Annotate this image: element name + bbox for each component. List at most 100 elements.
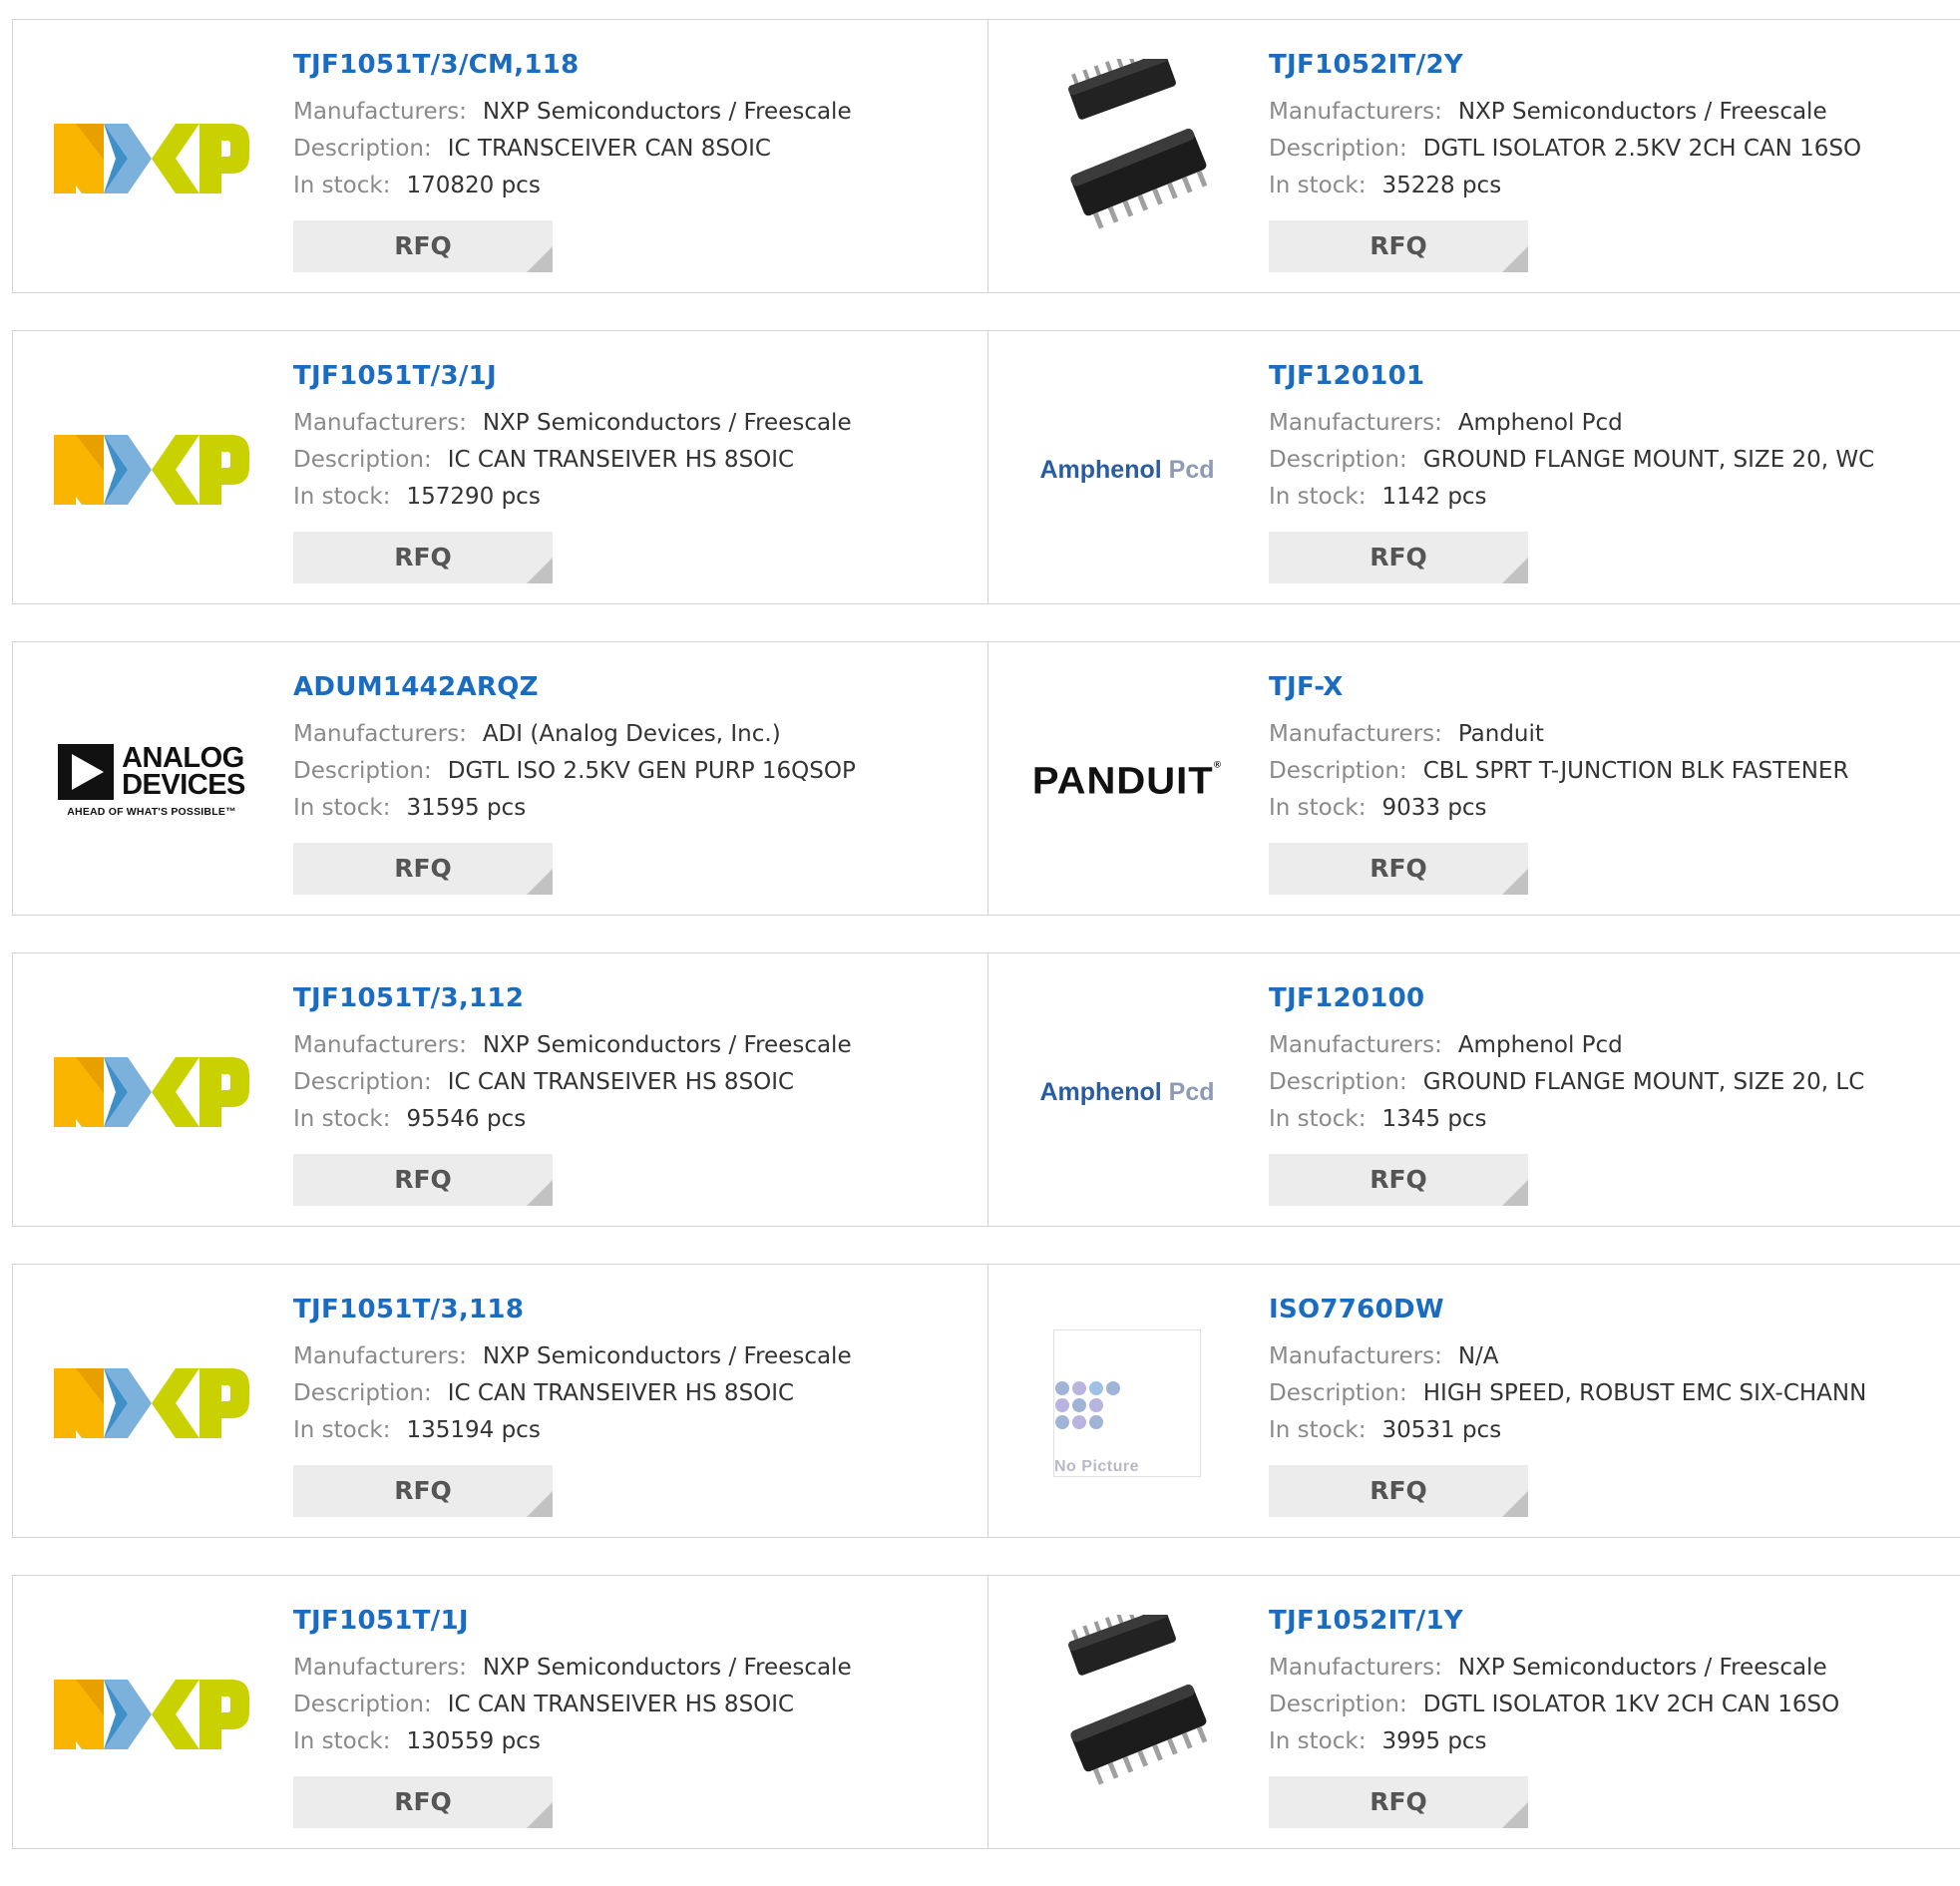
manufacturer-line: Manufacturers: NXP Semiconductors / Frees… (293, 1650, 852, 1687)
rfq-button[interactable]: RFQ (293, 1465, 553, 1517)
part-number-link[interactable]: ISO7760DW (1269, 1293, 1866, 1326)
amphenol-logo-icon: Amphenol Pcd (1039, 1077, 1215, 1106)
manufacturer-label: Manufacturers: (293, 410, 467, 436)
rfq-button[interactable]: RFQ (293, 843, 553, 895)
manufacturer-value: ADI (Analog Devices, Inc.) (482, 721, 781, 747)
product-image[interactable] (52, 370, 251, 569)
rfq-button[interactable]: RFQ (1269, 220, 1528, 272)
stock-value: 95546 pcs (406, 1106, 527, 1132)
description-value: GROUND FLANGE MOUNT, SIZE 20, LC (1422, 1069, 1865, 1095)
stock-line: In stock: 1142 pcs (1269, 479, 1874, 516)
analog-devices-logo-icon: ANALOG DEVICES AHEAD OF WHAT'S POSSIBLE™ (58, 744, 245, 818)
part-number-link[interactable]: TJF1051T/3,112 (293, 981, 852, 1015)
panduit-logo-icon: PANDUIT® (1031, 759, 1223, 802)
description-value: IC CAN TRANSEIVER HS 8SOIC (447, 1380, 795, 1406)
product-info: TJF120100 Manufacturers: Amphenol Pcd Descr… (1269, 981, 1864, 1206)
product-row: TJF1051T/3/1J Manufacturers: NXP Semicondu… (12, 330, 1960, 604)
product-image[interactable] (1027, 1615, 1227, 1814)
product-info: TJF1051T/3/CM,118 Manufacturers: NXP Semic… (293, 48, 852, 272)
product-info: TJF1052IT/1Y Manufacturers: NXP Semiconduc… (1269, 1604, 1839, 1828)
nxp-logo-icon (54, 124, 249, 193)
product-row: TJF1051T/3,118 Manufacturers: NXP Semicond… (12, 1264, 1960, 1538)
product-image[interactable] (52, 992, 251, 1192)
manufacturer-label: Manufacturers: (293, 1655, 467, 1681)
product-card: TJF1051T/3/1J Manufacturers: NXP Semicondu… (13, 331, 988, 603)
rfq-button[interactable]: RFQ (293, 220, 553, 272)
stock-label: In stock: (1269, 1417, 1367, 1443)
description-label: Description: (293, 1692, 432, 1717)
product-row: TJF1051T/3,112 Manufacturers: NXP Semicond… (12, 952, 1960, 1227)
rfq-button[interactable]: RFQ (1269, 1465, 1528, 1517)
product-info: TJF1051T/3/1J Manufacturers: NXP Semicondu… (293, 359, 852, 583)
part-number-link[interactable]: TJF1051T/3/1J (293, 359, 852, 393)
stock-line: In stock: 157290 pcs (293, 479, 852, 516)
stock-label: In stock: (1269, 1728, 1367, 1754)
rfq-button[interactable]: RFQ (1269, 532, 1528, 583)
description-label: Description: (1269, 1692, 1407, 1717)
part-number-link[interactable]: TJF120100 (1269, 981, 1864, 1015)
part-number-link[interactable]: TJF1052IT/1Y (1269, 1604, 1839, 1638)
nxp-logo-icon (54, 1680, 249, 1749)
manufacturer-line: Manufacturers: ADI (Analog Devices, Inc.) (293, 716, 856, 753)
manufacturer-line: Manufacturers: Amphenol Pcd (1269, 1027, 1864, 1064)
nxp-logo-icon (54, 1057, 249, 1127)
product-grid: TJF1051T/3/CM,118 Manufacturers: NXP Semic… (12, 19, 1960, 1886)
rfq-button[interactable]: RFQ (1269, 1154, 1528, 1206)
rfq-button[interactable]: RFQ (1269, 843, 1528, 895)
description-value: CBL SPRT T-JUNCTION BLK FASTENER (1422, 758, 1849, 784)
manufacturer-value: NXP Semiconductors / Freescale (482, 99, 852, 125)
part-number-link[interactable]: TJF120101 (1269, 359, 1874, 393)
stock-value: 35228 pcs (1381, 173, 1502, 198)
stock-line: In stock: 3995 pcs (1269, 1723, 1839, 1760)
rfq-button[interactable]: RFQ (1269, 1776, 1528, 1828)
product-image[interactable]: No Picture (1027, 1304, 1227, 1503)
stock-label: In stock: (1269, 484, 1367, 510)
product-image[interactable]: Amphenol Pcd (1027, 992, 1227, 1192)
description-value: IC CAN TRANSEIVER HS 8SOIC (447, 1692, 795, 1717)
rfq-button[interactable]: RFQ (293, 1776, 553, 1828)
product-card: TJF1051T/3,118 Manufacturers: NXP Semicond… (13, 1265, 988, 1537)
product-image[interactable] (52, 59, 251, 258)
manufacturer-value: NXP Semiconductors / Freescale (482, 1032, 852, 1058)
manufacturer-label: Manufacturers: (293, 1343, 467, 1369)
description-value: DGTL ISO 2.5KV GEN PURP 16QSOP (447, 758, 856, 784)
stock-label: In stock: (293, 1106, 391, 1132)
part-number-link[interactable]: TJF1052IT/2Y (1269, 48, 1861, 82)
manufacturer-value: NXP Semiconductors / Freescale (482, 1655, 852, 1681)
rfq-button[interactable]: RFQ (293, 532, 553, 583)
part-number-link[interactable]: TJF1051T/3,118 (293, 1293, 852, 1326)
part-number-link[interactable]: TJF1051T/1J (293, 1604, 852, 1638)
manufacturer-line: Manufacturers: NXP Semiconductors / Frees… (293, 405, 852, 442)
manufacturer-value: NXP Semiconductors / Freescale (482, 410, 852, 436)
stock-value: 3995 pcs (1381, 1728, 1487, 1754)
product-image[interactable]: PANDUIT® (1027, 681, 1227, 881)
product-image[interactable] (52, 1304, 251, 1503)
part-number-link[interactable]: TJF-X (1269, 670, 1848, 704)
product-row: TJF1051T/1J Manufacturers: NXP Semiconduct… (12, 1575, 1960, 1849)
description-label: Description: (1269, 136, 1407, 162)
stock-line: In stock: 170820 pcs (293, 168, 852, 204)
product-image[interactable] (52, 1615, 251, 1814)
product-image[interactable] (1027, 59, 1227, 258)
chip-photo-icon (1027, 1615, 1227, 1814)
product-image[interactable]: Amphenol Pcd (1027, 370, 1227, 569)
manufacturer-label: Manufacturers: (293, 1032, 467, 1058)
part-number-link[interactable]: ADUM1442ARQZ (293, 670, 856, 704)
manufacturer-line: Manufacturers: NXP Semiconductors / Frees… (293, 1338, 852, 1375)
description-label: Description: (293, 447, 432, 473)
product-card: No Picture ISO7760DW Manufacturers: N/A Des… (988, 1265, 1960, 1537)
description-label: Description: (293, 1069, 432, 1095)
stock-value: 31595 pcs (406, 795, 527, 821)
rfq-button[interactable]: RFQ (293, 1154, 553, 1206)
description-value: IC CAN TRANSEIVER HS 8SOIC (447, 447, 795, 473)
product-card: TJF1052IT/2Y Manufacturers: NXP Semiconduc… (988, 20, 1960, 292)
part-number-link[interactable]: TJF1051T/3/CM,118 (293, 48, 852, 82)
description-label: Description: (1269, 1069, 1407, 1095)
product-image[interactable]: ANALOG DEVICES AHEAD OF WHAT'S POSSIBLE™ (52, 681, 251, 881)
description-label: Description: (1269, 1380, 1407, 1406)
stock-line: In stock: 9033 pcs (1269, 790, 1848, 827)
description-line: Description: IC CAN TRANSEIVER HS 8SOIC (293, 1375, 852, 1412)
manufacturer-value: NXP Semiconductors / Freescale (1457, 99, 1827, 125)
product-info: TJF120101 Manufacturers: Amphenol Pcd Descr… (1269, 359, 1874, 583)
product-card: Amphenol Pcd TJF120101 Manufacturers: Amph… (988, 331, 1960, 603)
